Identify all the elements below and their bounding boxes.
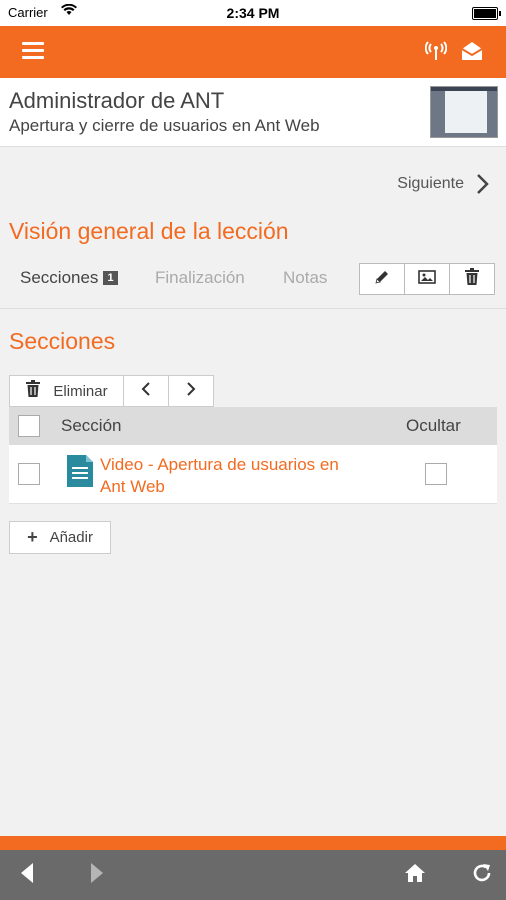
table-row: Video - Apertura de usuarios en Ant Web bbox=[9, 445, 497, 504]
bottom-toolbar bbox=[0, 850, 506, 900]
section-actions: Eliminar bbox=[9, 375, 214, 407]
refresh-button[interactable] bbox=[467, 861, 497, 889]
document-icon bbox=[67, 455, 93, 487]
pencil-icon bbox=[374, 269, 390, 290]
column-header-hide: Ocultar bbox=[406, 416, 461, 435]
tab-sections[interactable]: Secciones 1 bbox=[20, 268, 118, 288]
back-button[interactable] bbox=[12, 861, 42, 889]
tab-notes[interactable]: Notas bbox=[283, 268, 327, 288]
overview-title: Visión general de la lección bbox=[9, 218, 289, 244]
image-button[interactable] bbox=[404, 263, 450, 295]
sections-table: Sección Ocultar Video - Apertura de usua… bbox=[9, 407, 497, 504]
mail-icon[interactable] bbox=[460, 41, 484, 63]
chevron-left-icon bbox=[140, 381, 152, 401]
home-button[interactable] bbox=[400, 861, 430, 889]
back-arrow-icon bbox=[20, 862, 34, 889]
sections-title: Secciones bbox=[9, 328, 116, 354]
status-bar: Carrier 2:34 PM bbox=[0, 0, 506, 26]
row-select-checkbox[interactable] bbox=[18, 463, 40, 485]
page-subtitle: Apertura y cierre de usuarios en Ant Web bbox=[9, 116, 320, 135]
move-left-button[interactable] bbox=[123, 375, 169, 407]
tab-sections-label: Secciones bbox=[20, 268, 99, 287]
refresh-icon bbox=[471, 862, 493, 889]
lesson-thumbnail[interactable] bbox=[430, 86, 498, 138]
lesson-actions bbox=[359, 263, 495, 295]
lesson-header: Administrador de ANT Apertura y cierre d… bbox=[0, 78, 506, 147]
tab-bar: Secciones 1 Finalización Notas bbox=[0, 262, 506, 309]
trash-icon bbox=[464, 267, 480, 291]
hide-checkbox[interactable] bbox=[425, 463, 447, 485]
add-button[interactable]: + Añadir bbox=[9, 521, 111, 554]
edit-button[interactable] bbox=[359, 263, 405, 295]
battery-icon bbox=[472, 7, 501, 20]
broadcast-icon[interactable] bbox=[424, 41, 448, 63]
forward-button[interactable] bbox=[82, 861, 112, 889]
chevron-right-icon bbox=[185, 381, 197, 401]
accent-strip bbox=[0, 836, 506, 850]
trash-icon bbox=[25, 380, 41, 402]
count-badge: 1 bbox=[103, 271, 118, 285]
section-link[interactable]: Video - Apertura de usuarios en Ant Web bbox=[100, 454, 360, 498]
select-all-checkbox[interactable] bbox=[18, 415, 40, 437]
delete-button[interactable]: Eliminar bbox=[9, 375, 124, 407]
next-link[interactable]: Siguiente bbox=[376, 170, 496, 198]
delete-label: Eliminar bbox=[53, 382, 108, 400]
image-icon bbox=[418, 269, 436, 290]
chevron-right-icon bbox=[472, 172, 496, 196]
page-title: Administrador de ANT bbox=[9, 88, 225, 113]
next-label: Siguiente bbox=[397, 175, 464, 192]
move-right-button[interactable] bbox=[168, 375, 214, 407]
forward-arrow-icon bbox=[90, 862, 104, 889]
plus-icon: + bbox=[27, 527, 38, 547]
clock: 2:34 PM bbox=[226, 5, 280, 21]
hamburger-icon[interactable] bbox=[22, 42, 44, 60]
add-label: Añadir bbox=[49, 529, 93, 546]
table-header: Sección Ocultar bbox=[9, 407, 497, 445]
tab-completion[interactable]: Finalización bbox=[155, 268, 245, 288]
app-top-bar bbox=[0, 26, 506, 78]
column-header-section: Sección bbox=[61, 416, 122, 435]
delete-lesson-button[interactable] bbox=[449, 263, 495, 295]
home-icon bbox=[404, 863, 426, 888]
